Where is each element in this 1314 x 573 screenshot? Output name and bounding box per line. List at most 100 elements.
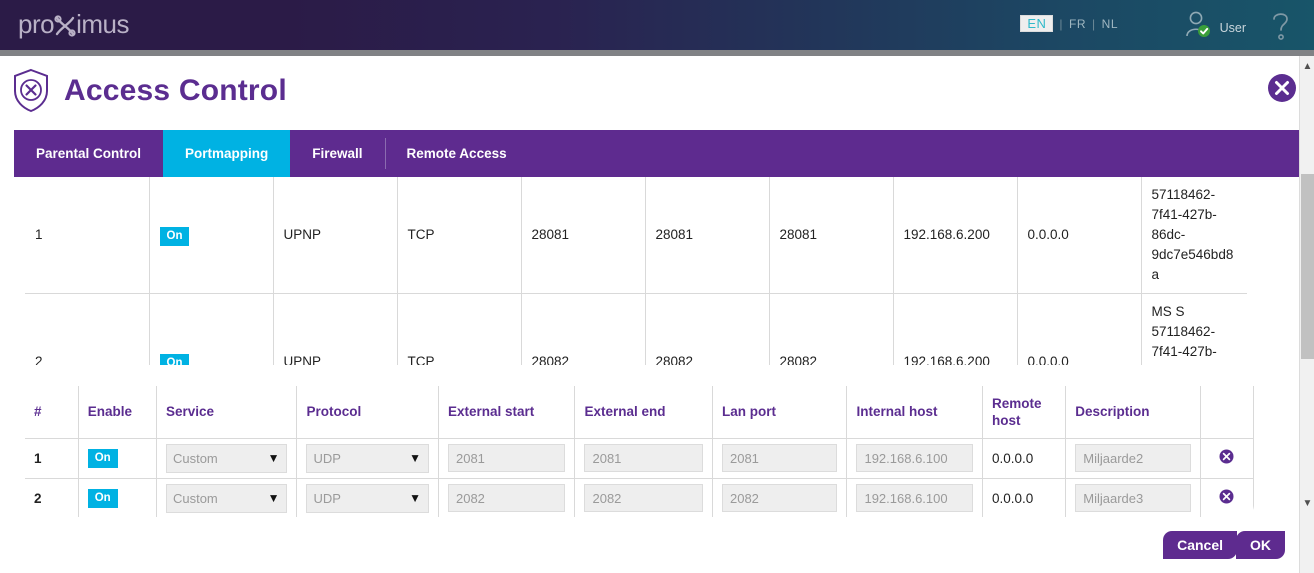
lan-port-input[interactable] [721,444,838,472]
table-row[interactable]: 2 On UPNP TCP 28082 28082 28082 192.168.… [25,293,1247,365]
cell-protocol: TCP [396,293,522,365]
tab-bar: Parental Control Portmapping Firewall Re… [14,130,1300,190]
edit-num-1: 1 [25,437,79,479]
rules-grid: 1 On UPNP TCP 28081 28081 28081 192.168.… [25,177,1247,365]
edit-external-start-2 [437,477,576,517]
external-start-input[interactable] [447,484,566,512]
col-header-description: Description [1065,386,1201,439]
edit-external-start-1 [437,437,576,479]
cell-lan-port: 28082 [768,293,894,365]
user-name-label: User [1219,20,1246,35]
edit-delete-1 [1199,437,1254,479]
external-end-input[interactable] [584,484,703,512]
col-header-lan-port: Lan port [711,386,848,439]
lan-port-input[interactable] [721,484,838,512]
internal-host-input[interactable] [856,444,973,472]
chevron-up-icon[interactable]: ▲ [1300,58,1314,74]
dialog-footer: Cancel OK [0,521,1299,573]
col-header-remote-host: Remote host [981,386,1067,439]
col-header-num: # [25,386,79,439]
col-header-external-start: External start [437,386,576,439]
edit-lan-port-1 [711,437,848,479]
cell-internal-host: 192.168.6.200 [892,293,1018,365]
page-scrollbar[interactable]: ▲ ▼ [1299,56,1314,573]
edit-remote-host-1: 0.0.0.0 [981,437,1067,479]
ok-button[interactable]: OK [1236,531,1285,559]
logo-text-left: pro [18,9,55,39]
logo-text-right: imus [76,9,129,39]
service-select[interactable] [165,483,288,513]
delete-circle-icon[interactable] [1219,449,1234,467]
cell-description: MS S 57118462-7f41-427b-86dc-9dc7e546bd8… [1140,293,1247,365]
lang-sep-2: | [1092,17,1096,31]
enable-badge[interactable]: On [159,353,190,365]
tab-parental-control-label: Parental Control [36,146,142,161]
cell-enable: On [148,177,274,294]
protocol-select[interactable] [306,443,429,473]
cell-external-start: 28081 [520,177,646,294]
cell-description: 57118462-7f41-427b-86dc-9dc7e546bd8a [1140,177,1247,294]
edit-internal-host-2 [846,477,983,517]
edit-num-2: 2 [25,477,79,517]
edit-description-2 [1065,477,1201,517]
service-select[interactable] [165,443,288,473]
dialog-title-row: Access Control [0,56,1314,130]
cell-num: 1 [25,177,150,294]
edit-enable-2: On [77,477,157,517]
enable-toggle[interactable]: On [87,448,118,468]
logo-x-glyph [54,15,76,37]
external-end-input[interactable] [584,444,703,472]
lang-sep-1: | [1059,17,1064,31]
tab-remote-access[interactable]: Remote Access [384,130,529,177]
question-mark-icon[interactable] [1263,6,1299,51]
tab-firewall[interactable]: Firewall [290,130,384,177]
cell-num: 2 [25,293,150,365]
table-row[interactable]: 1 On UPNP TCP 28081 28081 28081 192.168.… [25,177,1247,294]
col-header-external-end: External end [574,386,713,439]
tab-parental-control[interactable]: Parental Control [14,130,163,177]
description-input[interactable] [1075,444,1191,472]
lang-fr[interactable]: FR [1069,17,1086,31]
edit-service-1: ▼ [155,437,298,479]
portmapping-edit-table: # Enable Service Protocol External start… [25,386,1254,517]
proximus-logo[interactable]: pro imus [18,9,129,40]
protocol-select[interactable] [306,483,429,513]
chevron-down-icon[interactable]: ▼ [1300,495,1314,511]
edit-row[interactable]: 1 On ▼ ▼ 0.0.0.0 [25,437,1254,479]
col-header-actions [1199,386,1254,439]
user-verified-icon [1183,9,1213,46]
delete-circle-icon[interactable] [1219,489,1234,507]
cell-external-end: 28081 [644,177,770,294]
cell-enable: On [148,293,274,365]
cell-remote-host: 0.0.0.0 [1016,177,1142,294]
edit-external-end-1 [574,437,713,479]
edit-row[interactable]: 2 On ▼ ▼ 0.0.0.0 [25,477,1254,517]
cancel-button[interactable]: Cancel [1163,531,1237,559]
external-start-input[interactable] [447,444,566,472]
cell-external-end: 28082 [644,293,770,365]
tab-remote-access-label: Remote Access [406,146,507,161]
edit-protocol-2: ▼ [296,477,439,517]
description-input[interactable] [1075,484,1191,512]
cell-protocol: TCP [396,177,522,294]
lang-en[interactable]: EN [1020,15,1054,32]
enable-badge[interactable]: On [159,226,190,246]
edit-description-1 [1065,437,1201,479]
lang-nl[interactable]: NL [1102,17,1118,31]
edit-header-row: # Enable Service Protocol External start… [25,386,1254,439]
edit-service-2: ▼ [155,477,298,517]
col-header-protocol: Protocol [296,386,439,439]
portmapping-rules-table: 1 On UPNP TCP 28081 28081 28081 192.168.… [25,177,1247,365]
edit-remote-host-2: 0.0.0.0 [981,477,1067,517]
close-circle-icon[interactable] [1267,73,1297,108]
enable-toggle[interactable]: On [87,488,118,508]
language-switcher[interactable]: EN | FR | NL [1020,15,1118,32]
user-menu[interactable]: User [1183,9,1246,46]
edit-lan-port-2 [711,477,848,517]
edit-protocol-1: ▼ [296,437,439,479]
cell-service: UPNP [272,177,398,294]
scrollbar-thumb[interactable] [1301,174,1314,359]
edit-enable-1: On [77,437,157,479]
tab-portmapping[interactable]: Portmapping [163,130,291,190]
internal-host-input[interactable] [856,484,973,512]
